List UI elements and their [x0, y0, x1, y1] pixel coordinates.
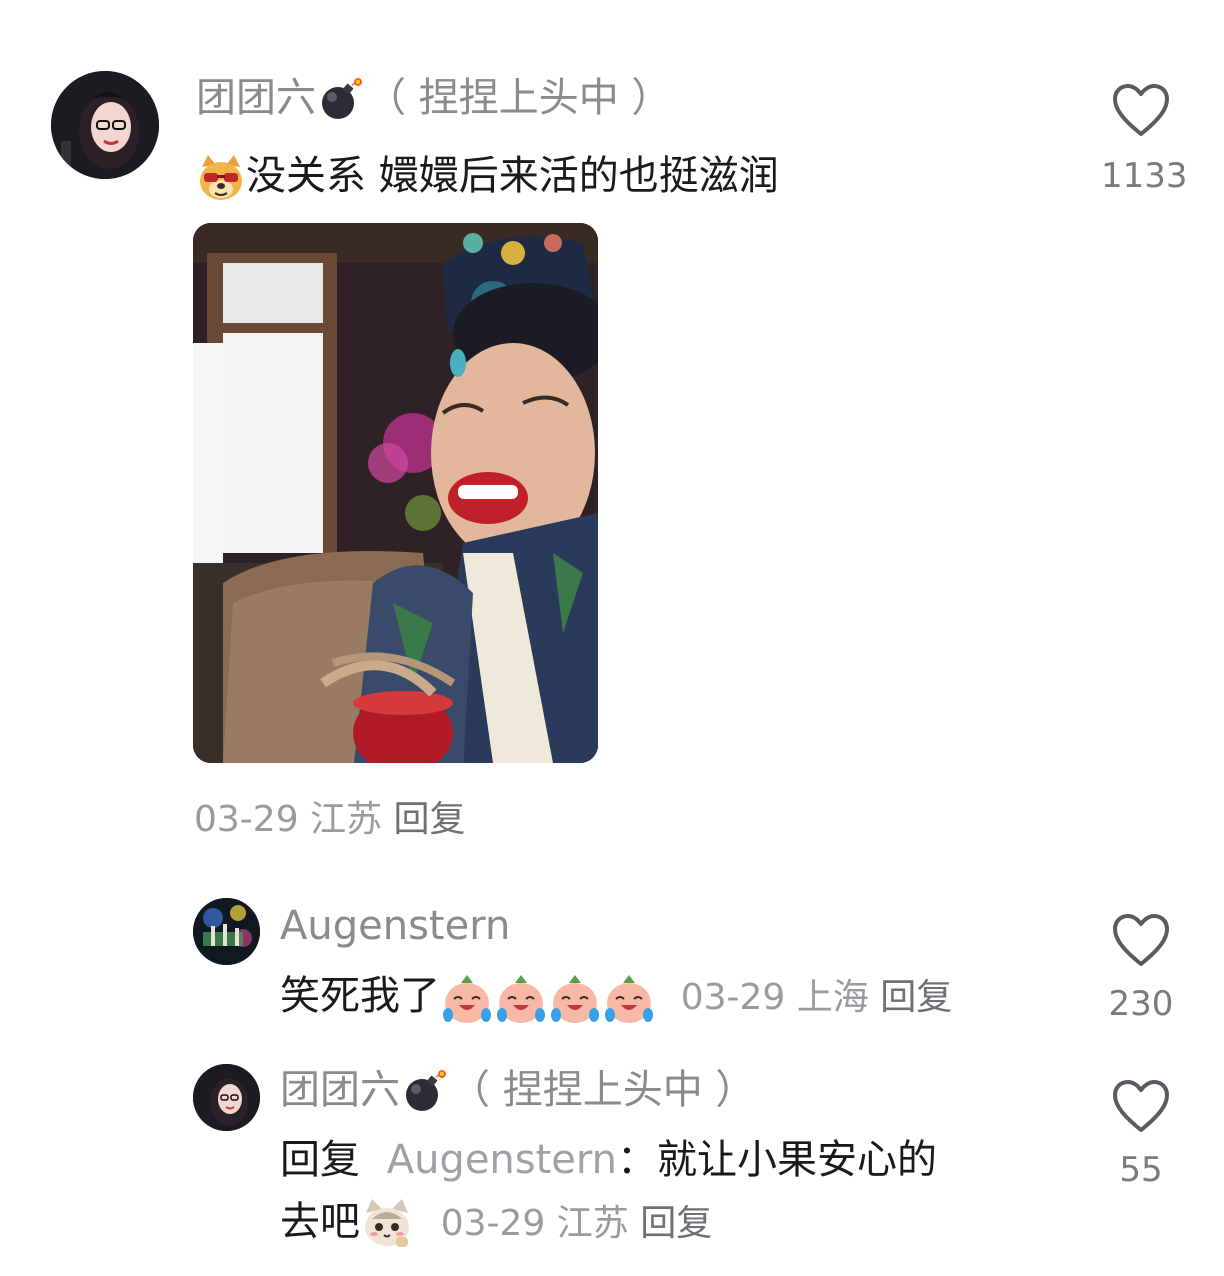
comment-text: 没关系 嬛嬛后来活的也挺滋润	[246, 153, 779, 199]
bomb-icon	[402, 1069, 448, 1115]
comment-image[interactable]	[193, 223, 598, 763]
bomb-icon	[318, 77, 364, 123]
heart-icon[interactable]	[1111, 912, 1171, 968]
avatar[interactable]	[51, 71, 159, 179]
comment-location: 江苏	[310, 799, 383, 840]
comment-text-2: 去吧	[280, 1199, 360, 1245]
like-control[interactable]: 55	[1101, 1078, 1181, 1190]
username[interactable]: 团团六	[280, 1067, 400, 1113]
laughing-peach-icon	[548, 971, 602, 1025]
comment-text-line-2: 去吧 03-29 江苏 回复	[280, 1196, 712, 1251]
avatar[interactable]	[193, 1064, 260, 1131]
username-row[interactable]: 团团六 （ 捏捏上头中 ）	[280, 1064, 755, 1116]
comment-2: Augenstern 笑死我了 03-29 上海 回复 230	[0, 880, 1224, 1040]
reply-prefix: 回复	[280, 1137, 360, 1183]
laughing-peach-icon	[602, 971, 656, 1025]
username-suffix[interactable]: （ 捏捏上头中 ）	[450, 1067, 755, 1113]
comment-1: 团团六 （ 捏捏上头中 ） 没关系 嬛嬛后来活的也挺滋润 03-29 江苏 回复…	[0, 0, 1224, 860]
comment-date: 03-29	[194, 799, 299, 840]
like-control[interactable]: 1133	[1101, 82, 1188, 196]
like-control[interactable]: 230	[1101, 912, 1181, 1024]
comment-date: 03-29	[440, 1203, 546, 1244]
comment-meta: 03-29 江苏 回复	[441, 1203, 713, 1244]
laughing-woman-image	[193, 223, 598, 763]
username[interactable]: 团团六	[196, 75, 316, 121]
comment-meta: 03-29 上海 回复	[681, 977, 953, 1018]
like-count: 230	[1108, 984, 1174, 1024]
avatar[interactable]	[193, 898, 260, 965]
comment-text-row: 没关系 嬛嬛后来活的也挺滋润	[196, 150, 779, 203]
comment-text-row: 笑死我了 03-29 上海 回复	[280, 970, 952, 1025]
reply-button[interactable]: 回复	[394, 799, 466, 840]
heart-icon[interactable]	[1111, 82, 1171, 138]
comment-text-line-1: 回复 Augenstern：就让小果安心的	[280, 1134, 937, 1186]
laughing-peach-icon	[494, 971, 548, 1025]
username-row[interactable]: 团团六 （ 捏捏上头中 ）	[196, 72, 671, 124]
reply-button[interactable]: 回复	[880, 977, 952, 1018]
avatar-image	[51, 71, 159, 179]
like-count: 1133	[1101, 156, 1188, 196]
heart-icon[interactable]	[1111, 1078, 1171, 1134]
comment-text-1: 就让小果安心的	[657, 1137, 938, 1183]
username[interactable]: Augenstern	[280, 900, 510, 952]
username-suffix[interactable]: （ 捏捏上头中 ）	[366, 75, 671, 121]
comment-text: 笑死我了	[280, 973, 440, 1019]
avatar-image	[193, 1064, 260, 1131]
avatar-image	[193, 898, 260, 965]
reply-button[interactable]: 回复	[640, 1203, 712, 1244]
comment-location: 上海	[796, 977, 869, 1018]
comment-meta: 03-29 江苏 回复	[194, 796, 466, 844]
comment-location: 江苏	[556, 1203, 629, 1244]
reply-mention[interactable]: Augenstern	[387, 1137, 617, 1183]
comment-3: 团团六 （ 捏捏上头中 ） 回复 Augenstern：就让小果安心的 去吧 0…	[0, 1050, 1224, 1276]
cat-face-icon	[360, 1197, 414, 1251]
dog-face-glasses-icon	[196, 153, 246, 203]
laughing-peach-icon	[440, 971, 494, 1025]
comment-date: 03-29	[680, 977, 786, 1018]
like-count: 55	[1119, 1150, 1163, 1190]
reply-colon: ：	[617, 1137, 658, 1183]
